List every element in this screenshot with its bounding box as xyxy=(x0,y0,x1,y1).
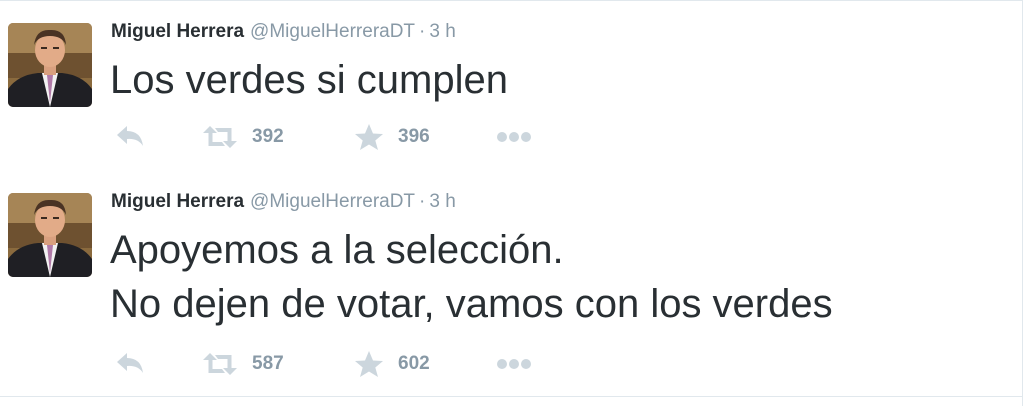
tweet-actions: 587 602 xyxy=(110,349,570,379)
timestamp-link[interactable]: 3 h xyxy=(429,191,455,212)
favorite-button[interactable]: 602 xyxy=(354,349,430,379)
retweet-button[interactable]: 587 xyxy=(202,349,284,379)
more-button[interactable] xyxy=(496,349,532,379)
tweet-text: Apoyemos a la selección. No dejen de vot… xyxy=(110,223,833,331)
username-link[interactable]: @MiguelHerreraDT xyxy=(250,21,415,42)
tweet-text: Los verdes si cumplen xyxy=(110,53,508,107)
retweet-icon xyxy=(203,353,237,375)
tweet-timeline: Miguel Herrera @MiguelHerreraDT · 3 h Los v… xyxy=(0,0,1023,406)
tweet-text-line: Apoyemos a la selección. xyxy=(110,228,564,272)
avatar[interactable] xyxy=(8,193,92,277)
star-icon xyxy=(355,124,383,150)
favorite-button[interactable]: 396 xyxy=(354,122,430,152)
tweet-actions: 392 396 xyxy=(110,122,570,152)
reply-icon xyxy=(117,126,143,146)
avatar[interactable] xyxy=(8,23,92,107)
star-icon xyxy=(355,351,383,377)
timestamp-link[interactable]: 3 h xyxy=(429,21,455,42)
retweet-button[interactable]: 392 xyxy=(202,122,284,152)
retweet-count: 587 xyxy=(252,353,284,374)
reply-icon xyxy=(117,353,143,373)
profile-photo-man-in-suit xyxy=(8,23,92,107)
more-icon xyxy=(497,132,531,142)
tweet-card[interactable]: Miguel Herrera @MiguelHerreraDT · 3 h Los v… xyxy=(0,0,1022,172)
favorite-count: 396 xyxy=(398,126,430,147)
more-icon xyxy=(497,359,531,369)
reply-button[interactable] xyxy=(114,349,146,379)
tweet-text-line: Los verdes si cumplen xyxy=(110,58,508,102)
favorite-count: 602 xyxy=(398,353,430,374)
fullname-link[interactable]: Miguel Herrera xyxy=(111,191,244,212)
retweet-icon xyxy=(203,126,237,148)
separator-dot: · xyxy=(419,21,426,42)
fullname-link[interactable]: Miguel Herrera xyxy=(111,21,244,42)
tweet-text-line: No dejen de votar, vamos con los verdes xyxy=(110,282,833,326)
more-button[interactable] xyxy=(496,122,532,152)
username-link[interactable]: @MiguelHerreraDT xyxy=(250,191,415,212)
profile-photo-man-in-suit xyxy=(8,193,92,277)
tweet-header: Miguel Herrera @MiguelHerreraDT · 3 h xyxy=(111,189,456,215)
separator-dot: · xyxy=(419,191,426,212)
reply-button[interactable] xyxy=(114,122,146,152)
tweet-card[interactable]: Miguel Herrera @MiguelHerreraDT · 3 h Apoye… xyxy=(0,171,1022,397)
retweet-count: 392 xyxy=(252,126,284,147)
tweet-header: Miguel Herrera @MiguelHerreraDT · 3 h xyxy=(111,19,456,45)
